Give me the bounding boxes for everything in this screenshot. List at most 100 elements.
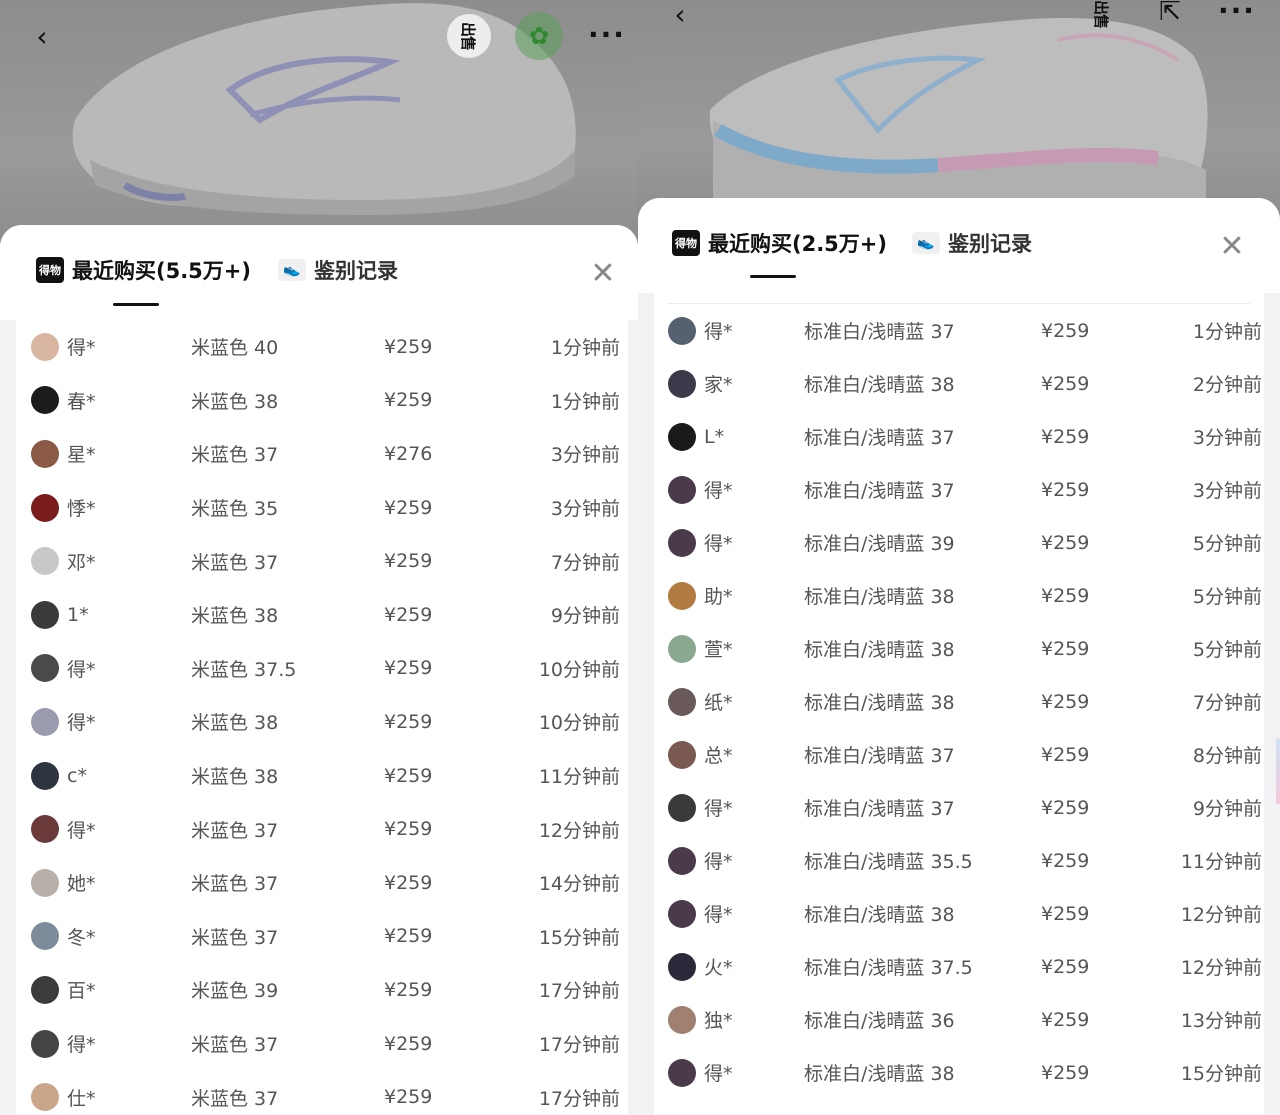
close-icon[interactable]: ✕ <box>1216 229 1248 264</box>
more-icon[interactable]: ··· <box>1218 0 1256 27</box>
share-icon[interactable]: ⇱ <box>1152 0 1188 30</box>
purchase-time: 11分钟前 <box>538 766 620 789</box>
product-spec: 标准白/浅晴蓝 36 <box>804 1010 955 1032</box>
avatar[interactable] <box>668 422 696 451</box>
avatar[interactable] <box>668 475 696 504</box>
product-spec: 标准白/浅晴蓝 38 <box>804 1063 955 1085</box>
avatar[interactable] <box>31 1083 59 1112</box>
product-spec: 米蓝色 39 <box>191 980 279 1003</box>
avatar[interactable] <box>31 815 59 844</box>
buyer-name: 家* <box>704 374 733 396</box>
more-icon[interactable]: ··· <box>588 18 626 51</box>
avatar[interactable] <box>668 793 696 822</box>
product-spec: 标准白/浅晴蓝 38 <box>804 374 955 396</box>
price: ¥259 <box>1041 1008 1090 1031</box>
tab-recent-purchases[interactable]: 得物 最近购买(2.5万+) <box>672 228 887 258</box>
avatar[interactable] <box>31 975 59 1004</box>
price: ¥259 <box>384 550 433 573</box>
price: ¥259 <box>1041 372 1090 395</box>
avatar[interactable] <box>668 687 696 716</box>
product-spec: 标准白/浅晴蓝 37.5 <box>804 957 973 979</box>
dewu-logo-icon: 得物 <box>672 230 700 256</box>
product-spec: 米蓝色 37 <box>191 1034 279 1057</box>
purchase-row: 得* 米蓝色 40 ¥259 1分钟前 <box>16 320 628 374</box>
avatar[interactable] <box>31 600 59 629</box>
price: ¥259 <box>1041 743 1090 766</box>
buyer-name: 得* <box>704 480 733 502</box>
avatar[interactable] <box>31 1029 59 1058</box>
tab-recent-purchases[interactable]: 得物 最近购买(5.5万+) <box>36 255 251 285</box>
price: ¥259 <box>384 335 433 358</box>
purchase-row: 家* 标准白/浅晴蓝 38 ¥259 2分钟前 <box>654 357 1264 410</box>
tab-authentication-records[interactable]: 👟 鉴别记录 <box>912 228 1032 258</box>
avatar[interactable] <box>31 439 59 468</box>
purchase-time: 15分钟前 <box>1180 1063 1262 1085</box>
product-spec: 米蓝色 37 <box>191 819 279 842</box>
purchase-time: 13分钟前 <box>1180 1010 1262 1032</box>
purchase-time: 3分钟前 <box>550 498 620 521</box>
back-icon[interactable]: ‹ <box>22 16 62 56</box>
recent-purchases-sheet: 得物 最近购买(2.5万+) 👟 鉴别记录 ✕ 得* 标准白/浅晴蓝 37 ¥259… <box>638 198 1280 1115</box>
avatar[interactable] <box>668 899 696 928</box>
close-icon[interactable]: ✕ <box>587 256 619 291</box>
buyer-name: 得* <box>704 1063 733 1085</box>
purchase-row: 得* 米蓝色 38 ¥259 10分钟前 <box>16 695 628 749</box>
purchase-row: 纸* 标准白/浅晴蓝 38 ¥259 7分钟前 <box>654 675 1264 728</box>
tab-authentication-records[interactable]: 👟 鉴别记录 <box>278 255 398 285</box>
price: ¥259 <box>384 657 433 680</box>
price: ¥259 <box>1041 319 1090 342</box>
avatar[interactable] <box>31 868 59 897</box>
price: ¥259 <box>1041 955 1090 978</box>
buyer-name: 星* <box>67 444 96 467</box>
avatar[interactable] <box>31 654 59 683</box>
product-hero-image: ‹ 出售 ✿ ··· <box>0 0 638 260</box>
avatar[interactable] <box>31 493 59 522</box>
purchase-row: 得* 标准白/浅晴蓝 35.5 ¥259 11分钟前 <box>654 834 1264 887</box>
product-spec: 标准白/浅晴蓝 38 <box>804 639 955 661</box>
sheet-header: 得物 最近购买(5.5万+) 👟 鉴别记录 ✕ <box>0 225 638 320</box>
avatar[interactable] <box>668 740 696 769</box>
avatar[interactable] <box>668 528 696 557</box>
avatar[interactable] <box>31 922 59 951</box>
product-spec: 米蓝色 37.5 <box>191 658 297 681</box>
avatar[interactable] <box>668 369 696 398</box>
avatar[interactable] <box>31 386 59 415</box>
scrollbar[interactable] <box>1276 738 1280 804</box>
right-phone-screen: ‹ 出售 ⇱ ··· 得物 最近购买(2.5万+) 👟 鉴别记录 ✕ 得* 标准白… <box>638 0 1280 1115</box>
purchase-row: 邓* 米蓝色 37 ¥259 7分钟前 <box>16 534 628 588</box>
price: ¥259 <box>1041 584 1090 607</box>
buyer-name: 得* <box>67 337 96 360</box>
purchase-time: 1分钟前 <box>550 337 620 360</box>
buyer-name: 得* <box>704 798 733 820</box>
buyer-name: 得* <box>704 321 733 343</box>
buyer-name: L* <box>704 425 725 448</box>
purchase-time: 2分钟前 <box>1192 374 1262 396</box>
avatar[interactable] <box>668 1058 696 1087</box>
avatar[interactable] <box>31 332 59 361</box>
avatar[interactable] <box>31 707 59 736</box>
price: ¥259 <box>384 764 433 787</box>
product-spec: 米蓝色 38 <box>191 712 279 735</box>
buyer-name: 得* <box>67 658 96 681</box>
avatar[interactable] <box>668 581 696 610</box>
purchase-row: c* 米蓝色 38 ¥259 11分钟前 <box>16 749 628 803</box>
active-tab-indicator <box>113 303 159 306</box>
back-icon[interactable]: ‹ <box>660 0 700 34</box>
avatar[interactable] <box>668 952 696 981</box>
buyer-name: 邓* <box>67 551 96 574</box>
price: ¥259 <box>1041 478 1090 501</box>
avatar[interactable] <box>668 1005 696 1034</box>
avatar[interactable] <box>31 547 59 576</box>
purchase-time: 9分钟前 <box>550 605 620 628</box>
tab-authentication-label: 鉴别记录 <box>948 232 1032 256</box>
avatar[interactable] <box>31 761 59 790</box>
sell-button[interactable]: 出售 <box>447 14 491 58</box>
avatar[interactable] <box>668 316 696 345</box>
product-spec: 米蓝色 38 <box>191 766 279 789</box>
avatar[interactable] <box>668 846 696 875</box>
product-spec: 标准白/浅晴蓝 39 <box>804 533 955 555</box>
price: ¥259 <box>1041 637 1090 660</box>
purchase-row: 火* 标准白/浅晴蓝 37.5 ¥259 12分钟前 <box>654 940 1264 993</box>
wechat-icon[interactable]: ✿ <box>515 12 563 60</box>
avatar[interactable] <box>668 634 696 663</box>
